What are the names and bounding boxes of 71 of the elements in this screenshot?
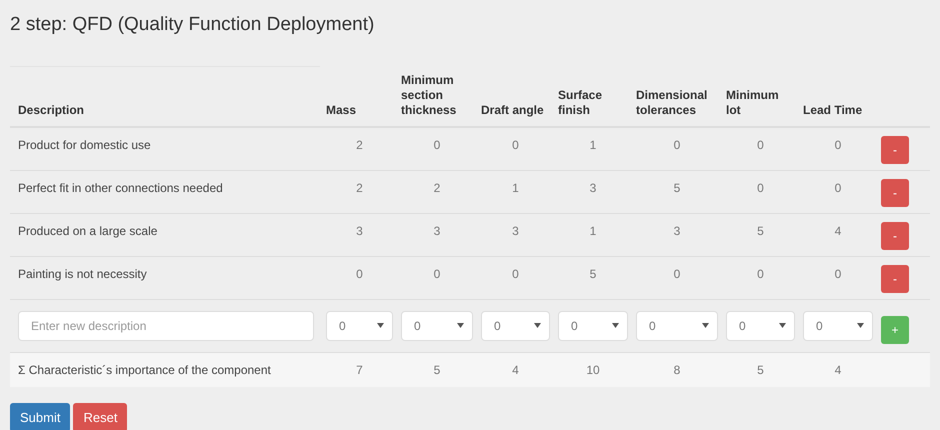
column-header: Draft angle bbox=[481, 103, 544, 117]
caret-icon bbox=[779, 323, 786, 328]
remove-button[interactable]: - bbox=[881, 136, 909, 164]
column-header: Lead Time bbox=[803, 103, 862, 117]
table-cell: 0 bbox=[434, 266, 440, 280]
value-dropdown[interactable]: 0 bbox=[401, 310, 473, 340]
table-cell: Produced on a large scale bbox=[18, 224, 158, 238]
caret-icon bbox=[702, 323, 709, 328]
table-cell: 0 bbox=[434, 138, 440, 152]
column-header: Minimum section thickness bbox=[401, 73, 456, 117]
remove-button[interactable]: - bbox=[881, 264, 909, 292]
table-cell: 3 bbox=[356, 224, 363, 238]
remove-button[interactable]: - bbox=[881, 178, 909, 206]
column-header: Minimum lot bbox=[726, 88, 779, 117]
caret-icon bbox=[534, 323, 541, 328]
total-cell: 4 bbox=[834, 362, 842, 376]
caret-icon bbox=[377, 323, 384, 328]
table-cell: 0 bbox=[356, 266, 363, 280]
description-field[interactable]: Enter new description bbox=[18, 310, 314, 340]
value-dropdown[interactable]: 0 bbox=[636, 310, 718, 340]
caret-icon bbox=[612, 323, 619, 328]
caret-icon bbox=[857, 323, 864, 328]
value-dropdown[interactable]: 0 bbox=[326, 310, 393, 340]
column-header: Surface finish bbox=[558, 88, 602, 117]
table-cell: 0 bbox=[834, 138, 842, 152]
column-header: Description bbox=[18, 103, 84, 117]
table-cell: 2 bbox=[356, 180, 363, 194]
table-cell: 4 bbox=[834, 224, 842, 238]
table-cell: 0 bbox=[757, 180, 764, 194]
table-cell: 3 bbox=[512, 224, 519, 238]
column-header: Dimensional tolerances bbox=[636, 88, 708, 117]
table-cell: 0 bbox=[757, 266, 764, 280]
column-header: Mass bbox=[326, 103, 356, 117]
value-dropdown[interactable]: 0 bbox=[803, 310, 873, 340]
table-cell: 2 bbox=[356, 138, 363, 152]
table-cell: 1 bbox=[590, 138, 596, 152]
table-cell: 0 bbox=[834, 266, 842, 280]
total-cell: 5 bbox=[757, 362, 764, 376]
total-cell: 10 bbox=[586, 362, 600, 376]
total-cell: 5 bbox=[434, 362, 440, 376]
total-cell: 4 bbox=[512, 362, 519, 376]
table-cell: 0 bbox=[512, 266, 519, 280]
table-cell: 5 bbox=[757, 224, 764, 238]
value-dropdown[interactable]: 0 bbox=[726, 310, 795, 340]
table-cell: 2 bbox=[434, 180, 440, 194]
table-cell: 5 bbox=[674, 180, 680, 194]
table-cell: Painting is not necessity bbox=[18, 266, 147, 280]
table-cell: 0 bbox=[674, 138, 680, 152]
table-cell: 0 bbox=[512, 138, 519, 152]
table-cell: 1 bbox=[590, 224, 596, 238]
table-cell: 0 bbox=[757, 138, 764, 152]
table-cell: 3 bbox=[674, 224, 680, 238]
value-dropdown[interactable]: 0 bbox=[558, 310, 628, 340]
table-cell: 5 bbox=[590, 266, 596, 280]
remove-button[interactable]: - bbox=[881, 222, 909, 250]
table-cell: Product for domestic use bbox=[18, 138, 151, 152]
reset-button[interactable]: Reset bbox=[73, 402, 128, 430]
total-cell: 7 bbox=[356, 362, 363, 376]
table-cell: 0 bbox=[834, 180, 842, 194]
table-cell: 3 bbox=[590, 180, 596, 194]
table-cell: 3 bbox=[434, 224, 440, 238]
total-label: Σ Characteristic´s importance of the component bbox=[18, 362, 271, 376]
caret-icon bbox=[457, 323, 464, 328]
page-title: 2 step: QFD (Quality Function Deployment) bbox=[10, 14, 376, 36]
table-cell: 1 bbox=[512, 180, 519, 194]
total-cell: 8 bbox=[674, 362, 680, 376]
submit-button[interactable]: Submit bbox=[10, 402, 70, 430]
table-cell: Perfect fit in other connections needed bbox=[18, 180, 223, 194]
add-button[interactable]: + bbox=[881, 316, 909, 344]
table-cell: 0 bbox=[674, 266, 680, 280]
value-dropdown[interactable]: 0 bbox=[481, 310, 550, 340]
